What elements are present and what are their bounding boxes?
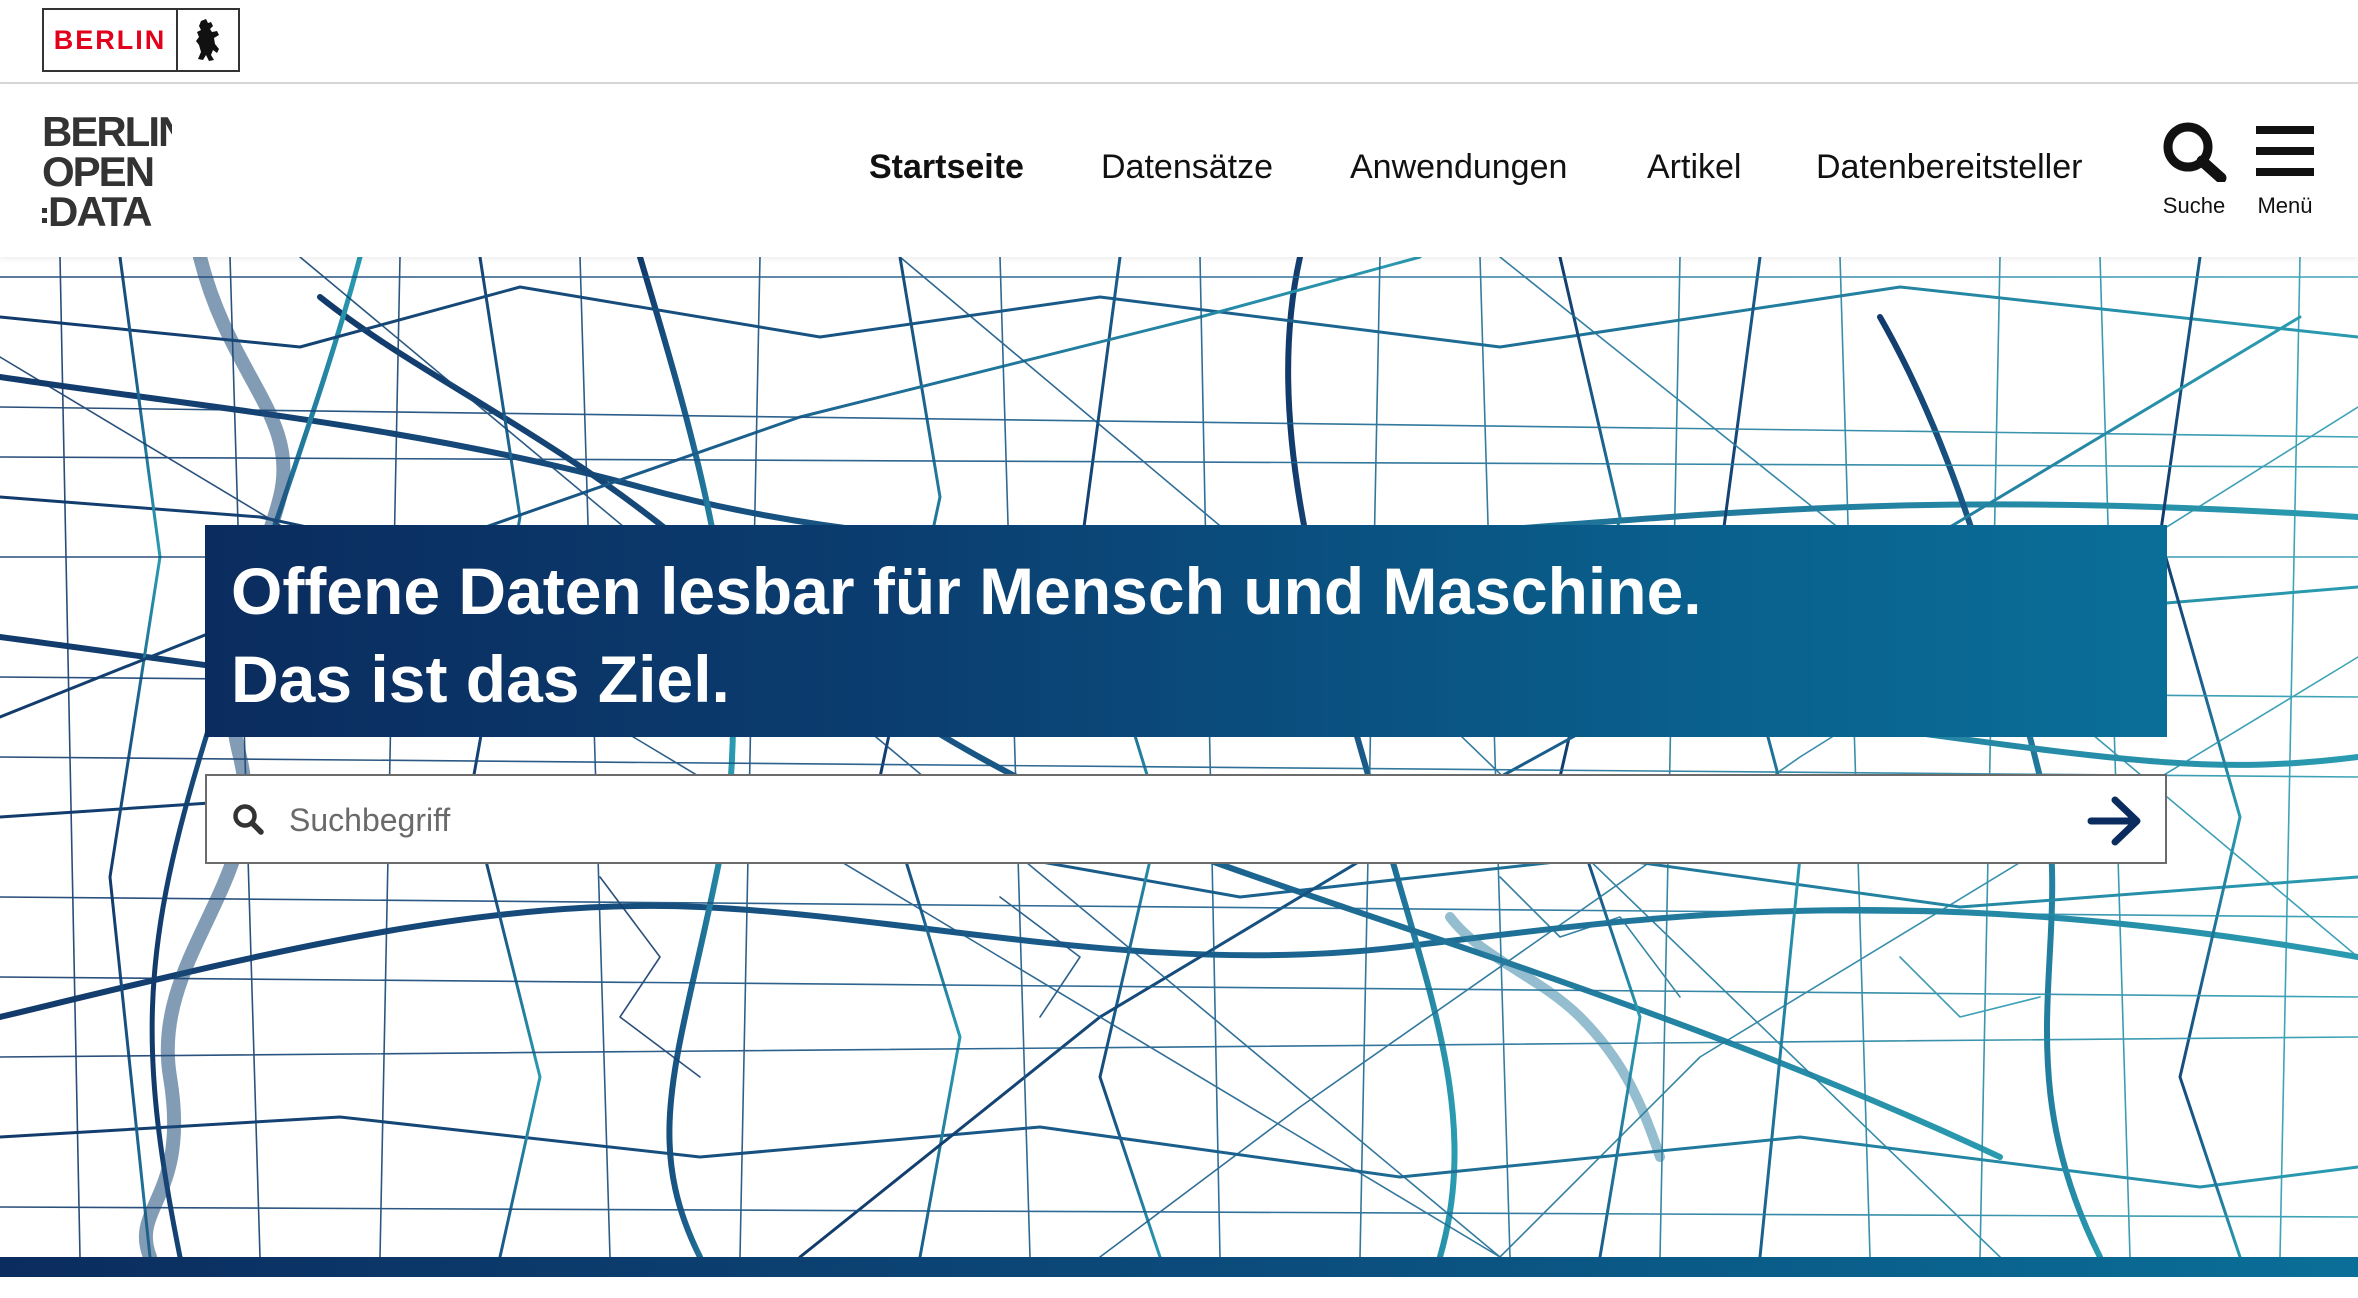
nav-artikel[interactable]: Artikel: [1647, 148, 1741, 187]
hero-bottom-stripe: [0, 1257, 2358, 1277]
hamburger-menu-icon: [2256, 126, 2314, 176]
hero-headline-banner: Offene Daten lesbar für Mensch und Masch…: [205, 525, 2167, 737]
berlin-wordmark: BERLIN: [44, 10, 178, 70]
site-header: BERLIN OPEN DATA Startseite Datensätze A…: [0, 84, 2358, 257]
hero-section: Offene Daten lesbar für Mensch und Masch…: [0, 257, 2358, 1257]
berlin-badge-link[interactable]: BERLIN: [42, 8, 240, 72]
hero-headline-line-2: Das ist das Ziel.: [231, 642, 730, 716]
nav-datenbereitsteller[interactable]: Datenbereitsteller: [1816, 148, 2082, 187]
berlin-bear-icon: [178, 10, 238, 70]
search-button-label: Suche: [2162, 193, 2226, 218]
search-icon: [2163, 122, 2227, 184]
berlin-top-bar: BERLIN: [0, 0, 2358, 84]
search-icon: [231, 802, 265, 841]
nav-startseite[interactable]: Startseite: [869, 148, 1024, 187]
search-submit-arrow-icon[interactable]: [2087, 794, 2143, 853]
city-map-background: [0, 257, 2358, 1257]
menu-button-label: Menü: [2257, 193, 2313, 218]
hero-headline-line-1: Offene Daten lesbar für Mensch und Masch…: [231, 554, 1702, 628]
nav-anwendungen[interactable]: Anwendungen: [1350, 148, 1567, 187]
search-input[interactable]: [287, 786, 1991, 854]
header-search-button[interactable]: Suche: [2149, 120, 2239, 219]
hero-search-bar: [205, 774, 2167, 864]
header-menu-button[interactable]: Menü: [2240, 120, 2330, 219]
main-navigation: Startseite Datensätze Anwendungen Artike…: [0, 148, 2358, 198]
nav-datensaetze[interactable]: Datensätze: [1101, 148, 1273, 187]
